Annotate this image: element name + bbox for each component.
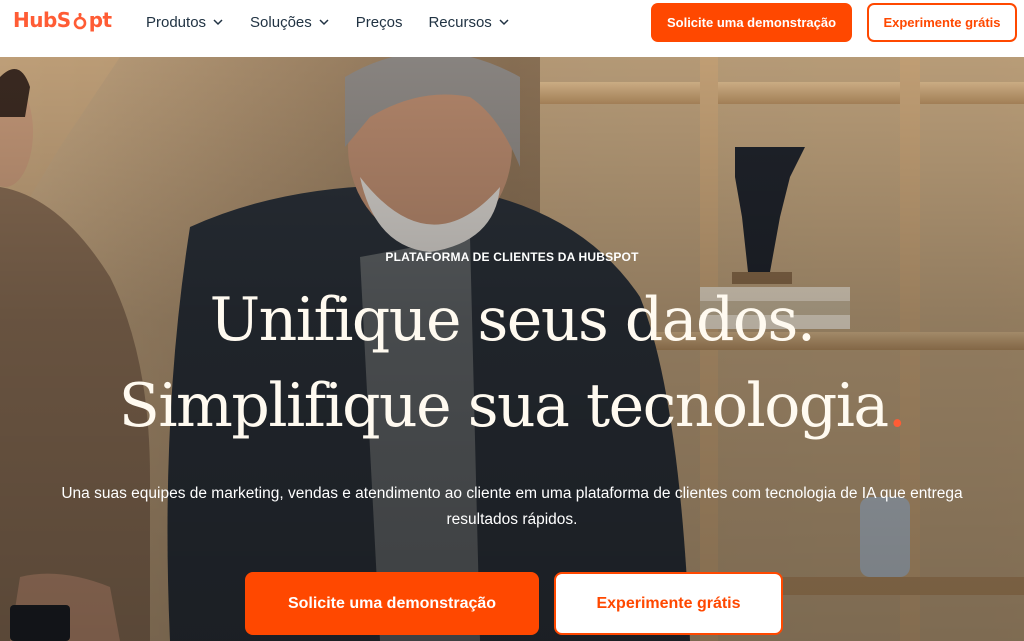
main-nav: Produtos Soluções Preços Recursos [146,0,536,44]
header-free-trial-button[interactable]: Experimente grátis [867,3,1017,42]
headline-line-2: Simplifique sua tecnologia [118,371,889,441]
chevron-down-icon [213,19,223,26]
nav-item-precos[interactable]: Preços [356,14,403,31]
logo-text-right: pt [88,8,112,32]
logo-text-s: S [56,8,71,32]
hubspot-logo[interactable]: Hub S pt [13,8,112,32]
hero-headline: Unifique seus dados. Simplifique sua tec… [0,277,1024,449]
nav-item-recursos[interactable]: Recursos [428,14,509,31]
nav-item-produtos[interactable]: Produtos [146,14,224,31]
hero-demo-button[interactable]: Solicite uma demonstração [245,572,539,635]
hero-free-trial-button[interactable]: Experimente grátis [554,572,783,635]
hero-eyebrow: PLATAFORMA DE CLIENTES DA HUBSPOT [385,250,639,264]
nav-item-solucoes[interactable]: Soluções [250,14,330,31]
site-header: Hub S pt Produtos Soluções Preços Recurso… [0,0,1024,57]
hero-subtitle: Una suas equipes de marketing, vendas e … [61,485,963,528]
nav-item-label: Recursos [428,13,492,31]
hero-section: PLATAFORMA DE CLIENTES DA HUBSPOT Unifiq… [0,57,1024,641]
logo-text-left: Hub [13,8,57,32]
headline-line-1: Unifique seus dados. [209,285,816,355]
nav-item-label: Produtos [146,13,207,31]
headline-accent-dot: . [887,371,907,441]
hubspot-sprocket-icon [72,12,88,30]
header-demo-button[interactable]: Solicite uma demonstração [651,3,852,42]
chevron-down-icon [319,19,329,26]
nav-item-label: Soluções [250,13,312,31]
nav-item-label: Preços [355,13,403,31]
chevron-down-icon [499,19,509,26]
